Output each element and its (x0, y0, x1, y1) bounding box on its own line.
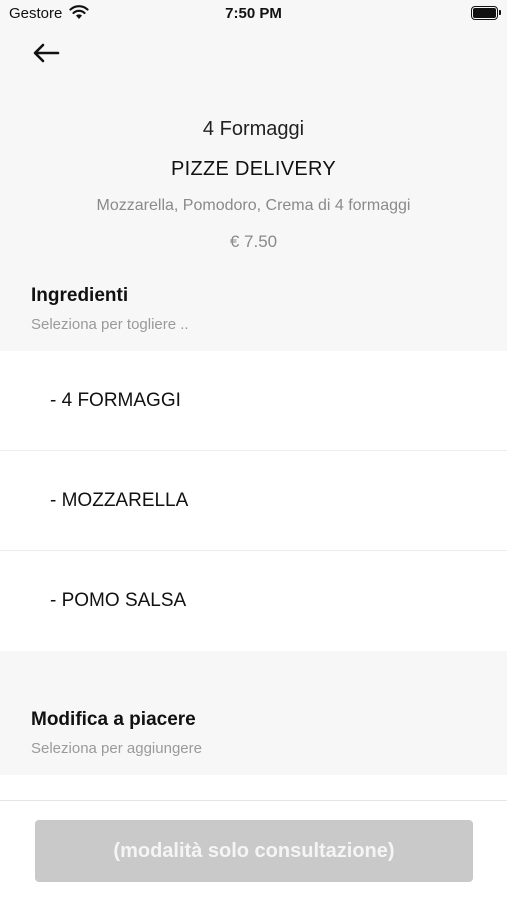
ingredients-list: - 4 FORMAGGI - MOZZARELLA - POMO SALSA (0, 351, 507, 651)
ingredients-heading: Ingredienti (31, 285, 129, 306)
modify-list (0, 775, 507, 801)
status-bar: Gestore 7:50 PM (0, 0, 507, 28)
arrow-left-icon (33, 43, 60, 63)
modify-subtitle: Seleziona per aggiungere (31, 740, 202, 757)
product-description: Mozzarella, Pomodoro, Crema di 4 formagg… (96, 197, 411, 214)
ingredient-label: - 4 FORMAGGI (50, 389, 181, 411)
consultation-mode-button[interactable]: (modalità solo consultazione) (35, 820, 473, 882)
ingredient-row-pomo-salsa[interactable]: - POMO SALSA (0, 551, 507, 651)
ingredient-row-mozzarella[interactable]: - MOZZARELLA (0, 451, 507, 551)
product-title: 4 Formaggi (202, 118, 305, 140)
restaurant-name: PIZZE DELIVERY (171, 158, 336, 180)
product-price: € 7.50 (229, 232, 278, 251)
ingredients-subtitle: Seleziona per togliere .. (31, 316, 189, 333)
modify-heading: Modifica a piacere (31, 709, 196, 730)
ingredient-row-4-formaggi[interactable]: - 4 FORMAGGI (0, 351, 507, 451)
ingredient-label: - POMO SALSA (50, 590, 187, 611)
clock: 7:50 PM (225, 5, 282, 22)
back-button[interactable] (30, 40, 62, 66)
battery-icon (471, 6, 501, 20)
ingredient-label: - MOZZARELLA (50, 489, 189, 511)
